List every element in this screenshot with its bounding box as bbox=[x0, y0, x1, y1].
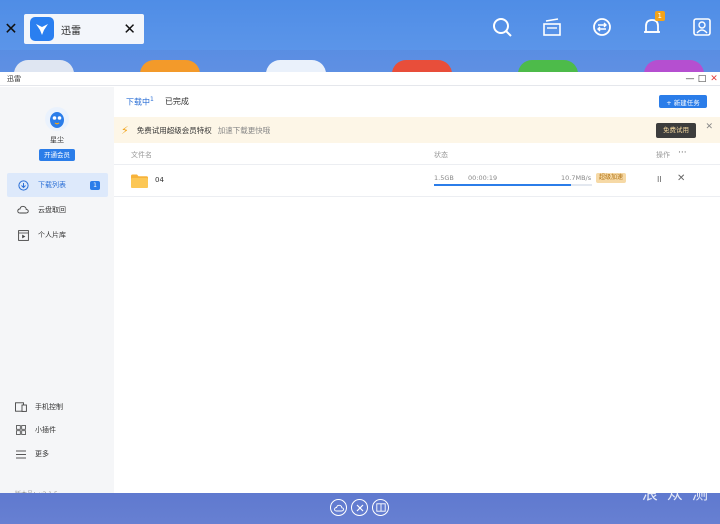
window-titlebar: 迅雷 — □ ✕ bbox=[0, 72, 720, 86]
bell-icon[interactable]: 1 bbox=[634, 11, 670, 42]
tab-close-button[interactable]: ✕ bbox=[123, 20, 136, 38]
table-row[interactable]: 04 1.5GB 00:00:19 10.7MB/s 超级加速 II ✕ bbox=[114, 165, 720, 197]
sidebar-item-label: 更多 bbox=[35, 450, 49, 458]
download-speed: 10.7MB/s bbox=[561, 174, 592, 182]
promo-text: 免费试用超级会员特权 bbox=[136, 125, 212, 135]
sidebar-item-plugins[interactable]: 小插件 bbox=[15, 423, 56, 437]
phone-control-icon bbox=[15, 402, 27, 412]
column-actions: 操作 bbox=[656, 151, 670, 159]
more-options-button[interactable]: ··· bbox=[678, 148, 687, 158]
promo-banner: ⚡ 免费试用超级会员特权 加速下载更快哦 免费试用 ✕ bbox=[114, 117, 720, 143]
column-name: 文件名 bbox=[131, 151, 152, 159]
sidebar-item-label: 下载列表 bbox=[38, 181, 66, 189]
app-tab[interactable]: 迅雷 ✕ bbox=[24, 14, 144, 44]
new-task-button[interactable]: + 新建任务 bbox=[659, 95, 707, 108]
sidebar-item-label: 云盘取回 bbox=[38, 206, 66, 214]
top-bar: ✕ 迅雷 ✕ 1 bbox=[0, 0, 720, 50]
video-library-icon bbox=[17, 229, 29, 241]
cloud-icon bbox=[17, 204, 29, 216]
minimize-button[interactable]: — bbox=[684, 73, 696, 85]
vip-button[interactable]: 开通会员 bbox=[39, 149, 75, 161]
folder-icon bbox=[131, 174, 148, 188]
delete-button[interactable]: ✕ bbox=[677, 173, 685, 184]
tab-completed[interactable]: 已完成 bbox=[165, 96, 189, 108]
sidebar-item-cloud[interactable]: 云盘取回 bbox=[7, 198, 108, 222]
main-content: 下载中1 已完成 + 新建任务 ⚡ 免费试用超级会员特权 加速下载更快哦 免费试… bbox=[114, 87, 720, 493]
cloud-dock-icon[interactable] bbox=[330, 499, 347, 516]
download-count-badge: 1 bbox=[90, 180, 100, 190]
app-window: 迅雷 — □ ✕ 星尘 开通会员 下载列表 1 云盘取回 个人片库 手机控制 小… bbox=[0, 72, 720, 498]
sidebar-item-label: 手机控制 bbox=[35, 403, 63, 411]
sidebar-item-phone-control[interactable]: 手机控制 bbox=[15, 400, 63, 414]
search-icon[interactable] bbox=[484, 12, 520, 42]
tools-dock-icon[interactable] bbox=[351, 499, 368, 516]
download-icon bbox=[17, 179, 29, 191]
sidebar-item-more[interactable]: 更多 bbox=[15, 447, 49, 461]
super-boost-badge[interactable]: 超级加速 bbox=[596, 173, 627, 183]
lightning-icon: ⚡ bbox=[121, 123, 129, 137]
tab-downloading[interactable]: 下载中1 bbox=[126, 96, 154, 108]
close-all-button[interactable]: ✕ bbox=[0, 14, 22, 44]
promo-close-button[interactable]: ✕ bbox=[705, 122, 713, 132]
xunlei-logo-icon bbox=[30, 17, 54, 41]
sidebar-item-downloads[interactable]: 下载列表 1 bbox=[7, 173, 108, 197]
sidebar-item-label: 小插件 bbox=[35, 426, 56, 434]
username: 星尘 bbox=[50, 136, 64, 144]
progress-fill bbox=[434, 184, 572, 186]
notification-badge: 1 bbox=[654, 11, 665, 21]
user-icon[interactable] bbox=[684, 12, 720, 42]
maximize-button[interactable]: □ bbox=[696, 73, 708, 85]
sidebar-item-label: 个人片库 bbox=[38, 231, 66, 239]
sidebar-item-library[interactable]: 个人片库 bbox=[7, 223, 108, 247]
grid-icon bbox=[15, 425, 27, 435]
sidebar: 星尘 开通会员 下载列表 1 云盘取回 个人片库 手机控制 小插件 更多 bbox=[0, 87, 114, 498]
free-trial-button[interactable]: 免费试用 bbox=[656, 123, 696, 138]
progress-bar bbox=[434, 184, 592, 186]
menu-icon bbox=[15, 450, 27, 459]
promo-subtext: 加速下载更快哦 bbox=[217, 125, 271, 135]
sync-icon[interactable] bbox=[584, 12, 620, 42]
column-status: 状态 bbox=[434, 151, 448, 159]
file-name: 04 bbox=[155, 176, 164, 184]
window-title: 迅雷 bbox=[7, 74, 21, 83]
elapsed-time: 00:00:19 bbox=[468, 174, 498, 182]
table-header: 文件名 状态 操作 ··· bbox=[114, 145, 720, 165]
tab-title: 迅雷 bbox=[61, 25, 81, 37]
book-dock-icon[interactable] bbox=[372, 499, 389, 516]
dock bbox=[0, 493, 720, 524]
watermark: 新 值 浪 众 测 bbox=[641, 467, 710, 503]
pause-button[interactable]: II bbox=[657, 175, 662, 184]
close-button[interactable]: ✕ bbox=[708, 73, 720, 85]
file-size: 1.5GB bbox=[434, 174, 454, 182]
tab-count: 1 bbox=[150, 96, 154, 103]
cards-icon[interactable] bbox=[534, 12, 570, 42]
avatar[interactable] bbox=[45, 107, 69, 131]
